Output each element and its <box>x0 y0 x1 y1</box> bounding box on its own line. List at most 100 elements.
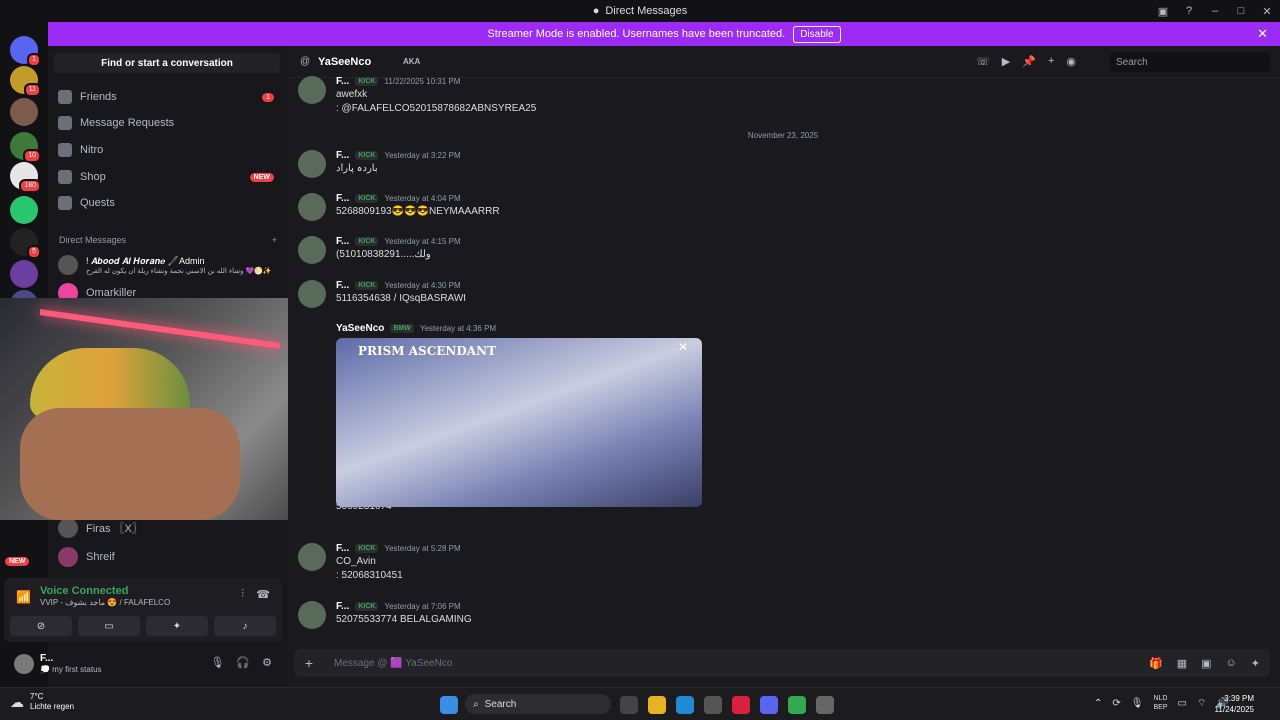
server-icon[interactable]: 10 <box>10 132 41 163</box>
nav-item[interactable]: Shop NEW <box>58 165 278 189</box>
minimize-button[interactable]: – <box>1202 5 1228 17</box>
nav-item[interactable]: Friends 1 <box>58 85 278 109</box>
voice-channel[interactable]: VVIP - ماجد بشوف 😍 / FALAFELCO <box>40 598 170 607</box>
sync-icon[interactable]: ⟳ <box>1112 698 1120 709</box>
friends-icon <box>58 90 72 104</box>
screen-share-button[interactable]: ▭ <box>78 616 140 636</box>
chat-area: @ YaSeeNco AKA ☏ ▶ 📌 + ◉ Search November… <box>288 46 1280 687</box>
message-author[interactable]: YaSeeNco <box>336 323 384 334</box>
avatar[interactable] <box>298 236 326 264</box>
wifi-icon[interactable]: ⌔ <box>1197 697 1206 710</box>
message-author[interactable]: F... <box>336 280 349 291</box>
message-meta: F... KICK Yesterday at 5:28 PM <box>336 543 461 554</box>
server-icon[interactable] <box>10 196 38 224</box>
server-icon[interactable]: 11 <box>10 66 41 97</box>
weather-widget[interactable]: ☁ 7°C Lichte regen <box>10 692 74 712</box>
server-icon[interactable]: 180 <box>10 162 41 193</box>
display-icon[interactable]: ▭ <box>1178 698 1187 709</box>
avatar[interactable] <box>298 150 326 178</box>
activities-button[interactable]: ✦ <box>146 616 208 636</box>
disconnect-icon[interactable]: ☎ <box>256 588 270 601</box>
search-icon: ⌕ <box>473 698 479 710</box>
chrome-icon[interactable] <box>788 696 806 714</box>
profile-icon[interactable]: ◉ <box>1066 55 1076 68</box>
avatar[interactable] <box>298 193 326 221</box>
message-text: باردہ پاراد <box>336 163 378 174</box>
close-banner-icon[interactable]: ✕ <box>1257 26 1268 42</box>
help-icon[interactable]: ? <box>1176 5 1202 17</box>
nav-item[interactable]: Quests <box>58 191 278 215</box>
avatar[interactable] <box>14 654 34 674</box>
headphones-icon[interactable]: 🎧 <box>236 656 250 669</box>
avatar[interactable] <box>298 76 326 104</box>
message-author[interactable]: F... <box>336 150 349 161</box>
soundboard-button[interactable]: ♪ <box>214 616 276 636</box>
emoji-icon[interactable]: ☺ <box>1226 657 1237 670</box>
new-server-badge: NEW <box>5 557 30 566</box>
message-author[interactable]: F... <box>336 601 349 612</box>
video-icon[interactable]: ▶ <box>1002 55 1010 68</box>
apps-icon[interactable]: ✦ <box>1251 657 1260 670</box>
nav-item[interactable]: Message Requests <box>58 111 278 135</box>
weather-text: Lichte regen <box>30 702 75 711</box>
aka-label[interactable]: AKA <box>403 57 420 66</box>
opera-icon[interactable] <box>732 696 750 714</box>
dm-item[interactable]: ! 𝑨𝒃𝒐𝒐𝒅 𝑨𝒍 𝑯𝒐𝒓𝒂𝒏𝒆 🖋️Admin وشاء الله بن ا… <box>58 250 278 280</box>
add-friends-icon[interactable]: + <box>1048 55 1054 68</box>
edge-icon[interactable] <box>676 696 694 714</box>
gif-icon[interactable]: ▦ <box>1177 657 1187 670</box>
server-icon[interactable]: 5 <box>10 228 41 259</box>
store-icon[interactable] <box>704 696 722 714</box>
server-icon[interactable] <box>10 98 38 126</box>
inbox-icon[interactable]: ▣ <box>1150 5 1176 18</box>
message-author[interactable]: F... <box>336 543 349 554</box>
pin-icon[interactable]: 📌 <box>1022 55 1036 68</box>
chevron-up-icon[interactable]: ⌃ <box>1094 698 1102 709</box>
message-time: Yesterday at 4:15 PM <box>384 237 461 246</box>
nav-item[interactable]: Nitro <box>58 138 278 162</box>
search-input[interactable]: Search <box>1110 52 1270 72</box>
message-composer[interactable]: + Message @ 🟪 YaSeeNco 🎁 ▦ ▣ ☺ ✦ <box>294 649 1270 677</box>
find-conversation-button[interactable]: Find or start a conversation <box>54 53 280 73</box>
start-icon[interactable] <box>440 696 458 714</box>
message-author[interactable]: F... <box>336 193 349 204</box>
camera-off-button[interactable]: ⊘ <box>10 616 72 636</box>
message-meta: F... KICK Yesterday at 7:06 PM <box>336 601 461 612</box>
sticker-icon[interactable]: ▣ <box>1201 657 1211 670</box>
message-tag: BMW <box>390 324 414 333</box>
attach-icon[interactable]: + <box>294 655 324 671</box>
message-text: : @FALAFELCO52015878682ABNSYREA25 <box>336 103 537 114</box>
task-view-icon[interactable] <box>620 696 638 714</box>
avatar[interactable] <box>298 280 326 308</box>
language-indicator[interactable]: NLD BEP <box>1153 694 1167 712</box>
noise-icon[interactable]: ⫶ <box>241 588 244 601</box>
image-attachment[interactable]: PRISM ASCENDANT ✕ <box>336 338 702 507</box>
server-badge: 5 <box>27 245 41 259</box>
server-icon[interactable] <box>10 260 38 288</box>
clock[interactable]: 3:39 PM 11/24/2025 <box>1215 693 1254 715</box>
message-text: (ولك.....51010838291 <box>336 249 431 260</box>
settings-icon[interactable]: ⚙ <box>262 656 272 669</box>
chat-header-name[interactable]: YaSeeNco <box>318 56 371 68</box>
avatar[interactable] <box>298 543 326 571</box>
mic-icon[interactable]: 🎙 <box>210 656 224 669</box>
discord-icon[interactable] <box>760 696 778 714</box>
call-icon[interactable]: ☏ <box>976 55 990 68</box>
mic-tray-icon[interactable]: 🎙 <box>1131 698 1144 709</box>
message-author[interactable]: F... <box>336 76 349 87</box>
maximize-button[interactable]: □ <box>1228 5 1254 17</box>
message-author[interactable]: F... <box>336 236 349 247</box>
dm-item[interactable]: Shreif <box>58 542 278 572</box>
gift-icon[interactable]: 🎁 <box>1149 657 1163 670</box>
disable-button[interactable]: Disable <box>793 25 841 43</box>
user-status: 💭 my first status <box>40 665 102 674</box>
explorer-icon[interactable] <box>648 696 666 714</box>
message-meta: F... KICK Yesterday at 4:15 PM <box>336 236 461 247</box>
taskbar-search[interactable]: ⌕ Search <box>465 694 611 714</box>
avatar[interactable] <box>298 601 326 629</box>
nav-label: Nitro <box>80 144 104 156</box>
close-window-button[interactable]: ✕ <box>1254 5 1280 18</box>
add-dm-icon[interactable]: + <box>272 235 277 245</box>
server-icon[interactable]: 1 <box>10 36 41 67</box>
app-icon[interactable] <box>816 696 834 714</box>
